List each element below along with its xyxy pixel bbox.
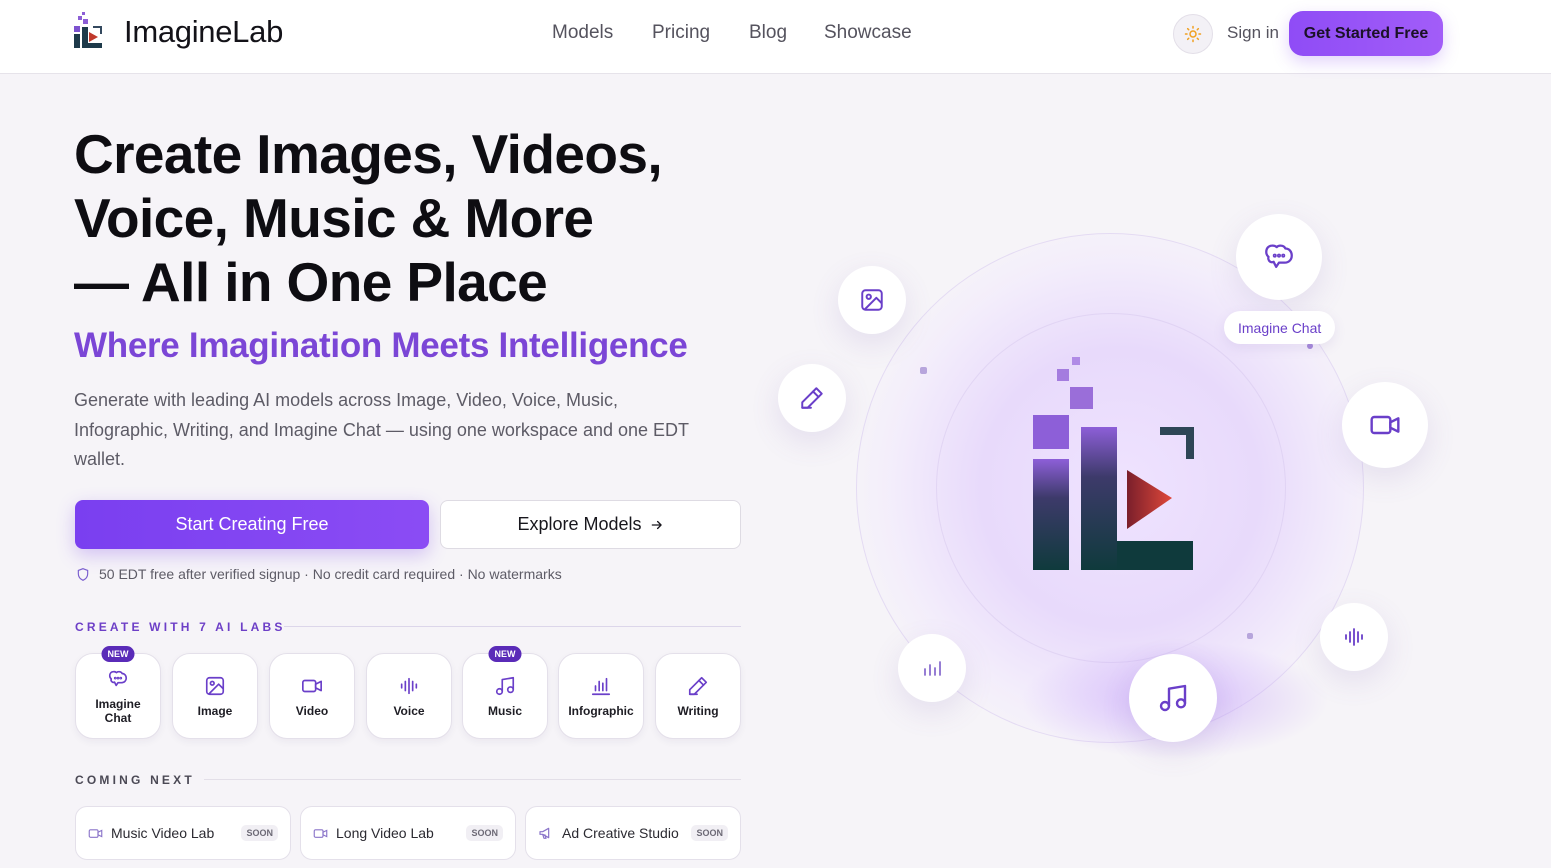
nav-blog[interactable]: Blog: [749, 22, 787, 44]
lab-label: Imagine Chat: [95, 696, 141, 725]
orbit-voice-button[interactable]: [1320, 603, 1388, 671]
nav-showcase[interactable]: Showcase: [824, 22, 912, 44]
signup-note: 50 EDT free after verified signup · No c…: [76, 566, 562, 582]
lab-writing[interactable]: Writing: [655, 653, 741, 739]
pen-icon: [688, 676, 708, 695]
music-note-icon: [1159, 684, 1187, 712]
shield-icon: [77, 567, 89, 581]
voice-wave-icon: [400, 677, 418, 694]
headline-line-3: — All in One Place: [74, 251, 548, 313]
hero-headline: Create Images, Videos, Voice, Music & Mo…: [74, 122, 794, 314]
theme-toggle-button[interactable]: [1173, 14, 1213, 54]
lab-label: Image: [197, 703, 233, 718]
get-started-button[interactable]: Get Started Free: [1289, 11, 1443, 56]
orbit-chat-button[interactable]: [1236, 214, 1322, 300]
video-icon: [1370, 415, 1400, 435]
coming-label: Ad Creative Studio: [562, 825, 679, 841]
music-note-icon: [495, 676, 515, 695]
soon-badge: SOON: [466, 825, 503, 841]
explore-models-button[interactable]: Explore Models: [440, 500, 741, 549]
chat-icon: [108, 670, 128, 686]
decorative-dot: [920, 367, 927, 374]
image-icon: [861, 289, 883, 311]
lab-label: Infographic: [568, 703, 634, 718]
coming-next-divider: [204, 779, 741, 780]
image-icon: [205, 676, 225, 695]
top-navigation-bar: ImagineLab Models Pricing Blog Showcase …: [0, 0, 1551, 74]
lab-image[interactable]: Image: [172, 653, 258, 739]
coming-label: Music Video Lab: [111, 825, 215, 841]
coming-label: Long Video Lab: [336, 825, 434, 841]
lab-imagine-chat[interactable]: NEW Imagine Chat: [75, 646, 161, 739]
orbit-image-button[interactable]: [838, 266, 906, 334]
video-icon: [302, 679, 322, 692]
hero-description: Generate with leading AI models across I…: [74, 390, 689, 469]
lab-video[interactable]: Video: [269, 653, 355, 739]
imaginelab-hero-logo: [1033, 357, 1194, 570]
sign-in-link[interactable]: Sign in: [1227, 23, 1279, 43]
arrow-right-icon: [651, 520, 662, 529]
orbit-writing-button[interactable]: [778, 364, 846, 432]
signup-note-text: 50 EDT free after verified signup · No c…: [99, 566, 562, 582]
lab-label: Writing: [677, 703, 719, 718]
bar-chart-icon: [591, 677, 611, 695]
video-icon: [88, 828, 103, 838]
orbit-infographic-button[interactable]: [898, 634, 966, 702]
decorative-dot: [1247, 633, 1253, 639]
coming-music-video-lab[interactable]: Music Video Lab SOON: [75, 806, 291, 860]
voice-wave-icon: [1345, 628, 1363, 646]
orbit-music-button[interactable]: [1129, 654, 1217, 742]
sun-icon: [1184, 25, 1202, 43]
imaginelab-logo-icon[interactable]: [72, 12, 104, 50]
brand-name[interactable]: ImagineLab: [124, 14, 283, 50]
chat-icon: [1265, 244, 1293, 269]
labs-heading: CREATE WITH 7 AI LABS: [75, 620, 286, 634]
lab-label: Video: [295, 703, 329, 718]
bar-chart-icon: [924, 661, 941, 676]
lab-infographic[interactable]: Infographic: [558, 653, 644, 739]
lab-label: Voice: [393, 703, 425, 718]
new-badge: NEW: [488, 646, 522, 662]
imagine-chat-pill[interactable]: Imagine Chat: [1224, 311, 1336, 344]
new-badge: NEW: [101, 646, 135, 662]
start-creating-button[interactable]: Start Creating Free: [75, 500, 429, 549]
soon-badge: SOON: [241, 825, 278, 841]
orbit-video-button[interactable]: [1342, 382, 1428, 468]
nav-pricing[interactable]: Pricing: [652, 22, 710, 44]
lab-voice[interactable]: Voice: [366, 653, 452, 739]
nav-models[interactable]: Models: [552, 22, 613, 44]
start-creating-label: Start Creating Free: [175, 514, 329, 534]
coming-long-video-lab[interactable]: Long Video Lab SOON: [300, 806, 516, 860]
soon-badge: SOON: [691, 825, 728, 841]
megaphone-icon: [539, 827, 550, 839]
video-icon: [313, 828, 328, 838]
headline-line-2: Voice, Music & More: [74, 187, 594, 249]
labs-divider: [284, 626, 741, 627]
pen-icon: [801, 387, 823, 409]
lab-music[interactable]: NEW Music: [462, 646, 548, 739]
hero-tagline: Where Imagination Meets Intelligence: [74, 326, 688, 365]
headline-line-1: Create Images, Videos,: [74, 123, 663, 185]
lab-label: Music: [487, 703, 522, 718]
explore-models-label: Explore Models: [517, 514, 642, 534]
coming-next-heading: COMING NEXT: [75, 773, 195, 787]
coming-ad-creative-studio[interactable]: Ad Creative Studio SOON: [525, 806, 741, 860]
